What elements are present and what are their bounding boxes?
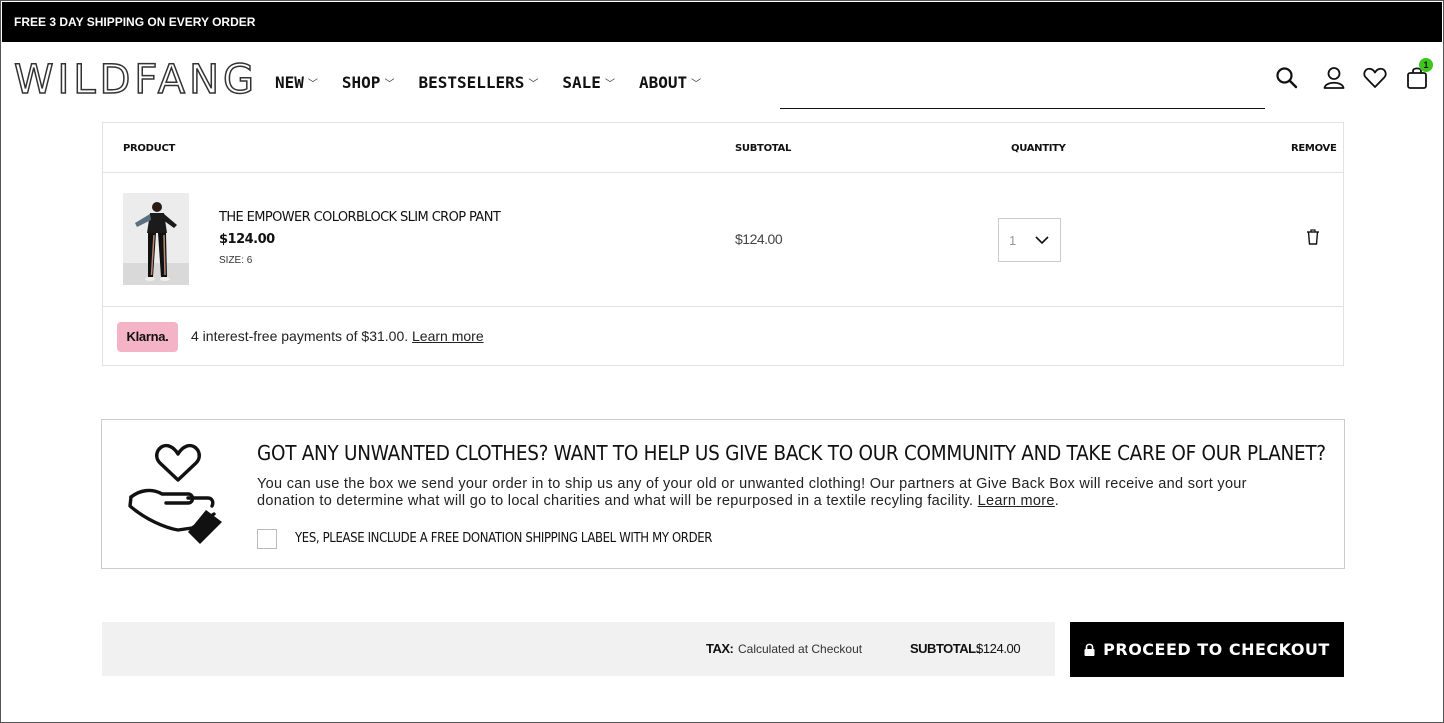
nav-new[interactable]: NEW ﹀ bbox=[275, 73, 318, 92]
line-subtotal: $124.00 bbox=[735, 231, 783, 247]
donation-body: You can use the box we send your order i… bbox=[257, 476, 1247, 509]
search-input[interactable] bbox=[780, 89, 1265, 107]
chevron-down-icon: ﹀ bbox=[604, 79, 615, 90]
klarna-logo: Klarna. bbox=[117, 322, 178, 352]
column-header-subtotal: SUBTOTAL bbox=[735, 143, 792, 154]
promo-text: FREE 3 DAY SHIPPING ON EVERY ORDER bbox=[14, 15, 256, 29]
nav-label: NEW bbox=[275, 73, 304, 92]
nav-bestsellers[interactable]: BESTSELLERS ﹀ bbox=[418, 73, 538, 92]
klarna-text: 4 interest-free payments of $31.00. bbox=[191, 328, 409, 344]
row-divider bbox=[103, 172, 1343, 173]
nav-sale[interactable]: SALE ﹀ bbox=[562, 73, 615, 92]
donation-checkbox-label[interactable]: YES, PLEASE INCLUDE A FREE DONATION SHIP… bbox=[295, 531, 712, 546]
product-thumbnail[interactable] bbox=[123, 193, 189, 285]
nav-label: BESTSELLERS bbox=[418, 73, 525, 92]
cart-count-badge: 1 bbox=[1419, 58, 1433, 72]
klarna-learn-more-link[interactable]: Learn more bbox=[412, 328, 484, 344]
column-header-product: PRODUCT bbox=[123, 143, 176, 154]
checkout-label: PROCEED TO CHECKOUT bbox=[1103, 640, 1330, 659]
klarna-message: 4 interest-free payments of $31.00. Lear… bbox=[191, 328, 484, 344]
chevron-down-icon: ﹀ bbox=[528, 79, 539, 90]
account-icon[interactable] bbox=[1321, 65, 1347, 91]
order-summary-bar: TAX: Calculated at Checkout SUBTOTAL: $1… bbox=[102, 622, 1055, 676]
tax-value: Calculated at Checkout bbox=[738, 642, 863, 656]
heart-hand-icon bbox=[128, 443, 222, 544]
trash-icon[interactable] bbox=[1306, 229, 1320, 245]
chevron-down-icon: ﹀ bbox=[307, 79, 318, 90]
chevron-down-icon: ﹀ bbox=[384, 79, 395, 90]
proceed-to-checkout-button[interactable]: PROCEED TO CHECKOUT bbox=[1070, 622, 1344, 677]
column-header-remove: REMOVE bbox=[1291, 143, 1337, 154]
quantity-value: 1 bbox=[1009, 232, 1017, 248]
nav-about[interactable]: ABOUT ﹀ bbox=[639, 73, 701, 92]
column-header-quantity: QUANTITY bbox=[1011, 143, 1066, 154]
donation-title: GOT ANY UNWANTED CLOTHES? WANT TO HELP U… bbox=[257, 441, 1326, 465]
promo-bar: FREE 3 DAY SHIPPING ON EVERY ORDER bbox=[2, 2, 1442, 42]
chevron-down-icon bbox=[1035, 236, 1049, 245]
donation-text: You can use the box we send your order i… bbox=[257, 476, 1247, 509]
tax-label: TAX: bbox=[706, 641, 734, 656]
site-logo[interactable]: WILDFANG bbox=[13, 56, 258, 104]
nav-label: SHOP bbox=[341, 73, 381, 92]
nav-label: SALE bbox=[562, 73, 601, 92]
quantity-select[interactable]: 1 bbox=[998, 218, 1061, 262]
row-divider bbox=[103, 306, 1343, 307]
wishlist-heart-icon[interactable] bbox=[1362, 65, 1388, 91]
product-name[interactable]: THE EMPOWER COLORBLOCK SLIM CROP PANT bbox=[219, 210, 501, 225]
search-bar bbox=[780, 89, 1265, 109]
main-nav: NEW ﹀ SHOP ﹀ BESTSELLERS ﹀ SALE ﹀ ABOUT … bbox=[275, 73, 701, 92]
subtotal-value: $124.00 bbox=[976, 641, 1021, 656]
product-size: SIZE: 6 bbox=[219, 255, 253, 266]
donation-panel: GOT ANY UNWANTED CLOTHES? WANT TO HELP U… bbox=[101, 419, 1345, 569]
nav-label: ABOUT bbox=[638, 73, 688, 92]
nav-shop[interactable]: SHOP ﹀ bbox=[342, 73, 395, 92]
cart-table: PRODUCT SUBTOTAL QUANTITY REMOVE THE EMP… bbox=[102, 122, 1344, 366]
donation-checkbox[interactable] bbox=[257, 529, 277, 549]
chevron-down-icon: ﹀ bbox=[691, 79, 702, 90]
search-icon[interactable] bbox=[1274, 65, 1300, 91]
product-price: $124.00 bbox=[219, 232, 275, 247]
lock-icon bbox=[1084, 643, 1095, 656]
donation-learn-more-link[interactable]: Learn more bbox=[978, 493, 1055, 509]
subtotal-label: SUBTOTAL: bbox=[910, 641, 980, 656]
